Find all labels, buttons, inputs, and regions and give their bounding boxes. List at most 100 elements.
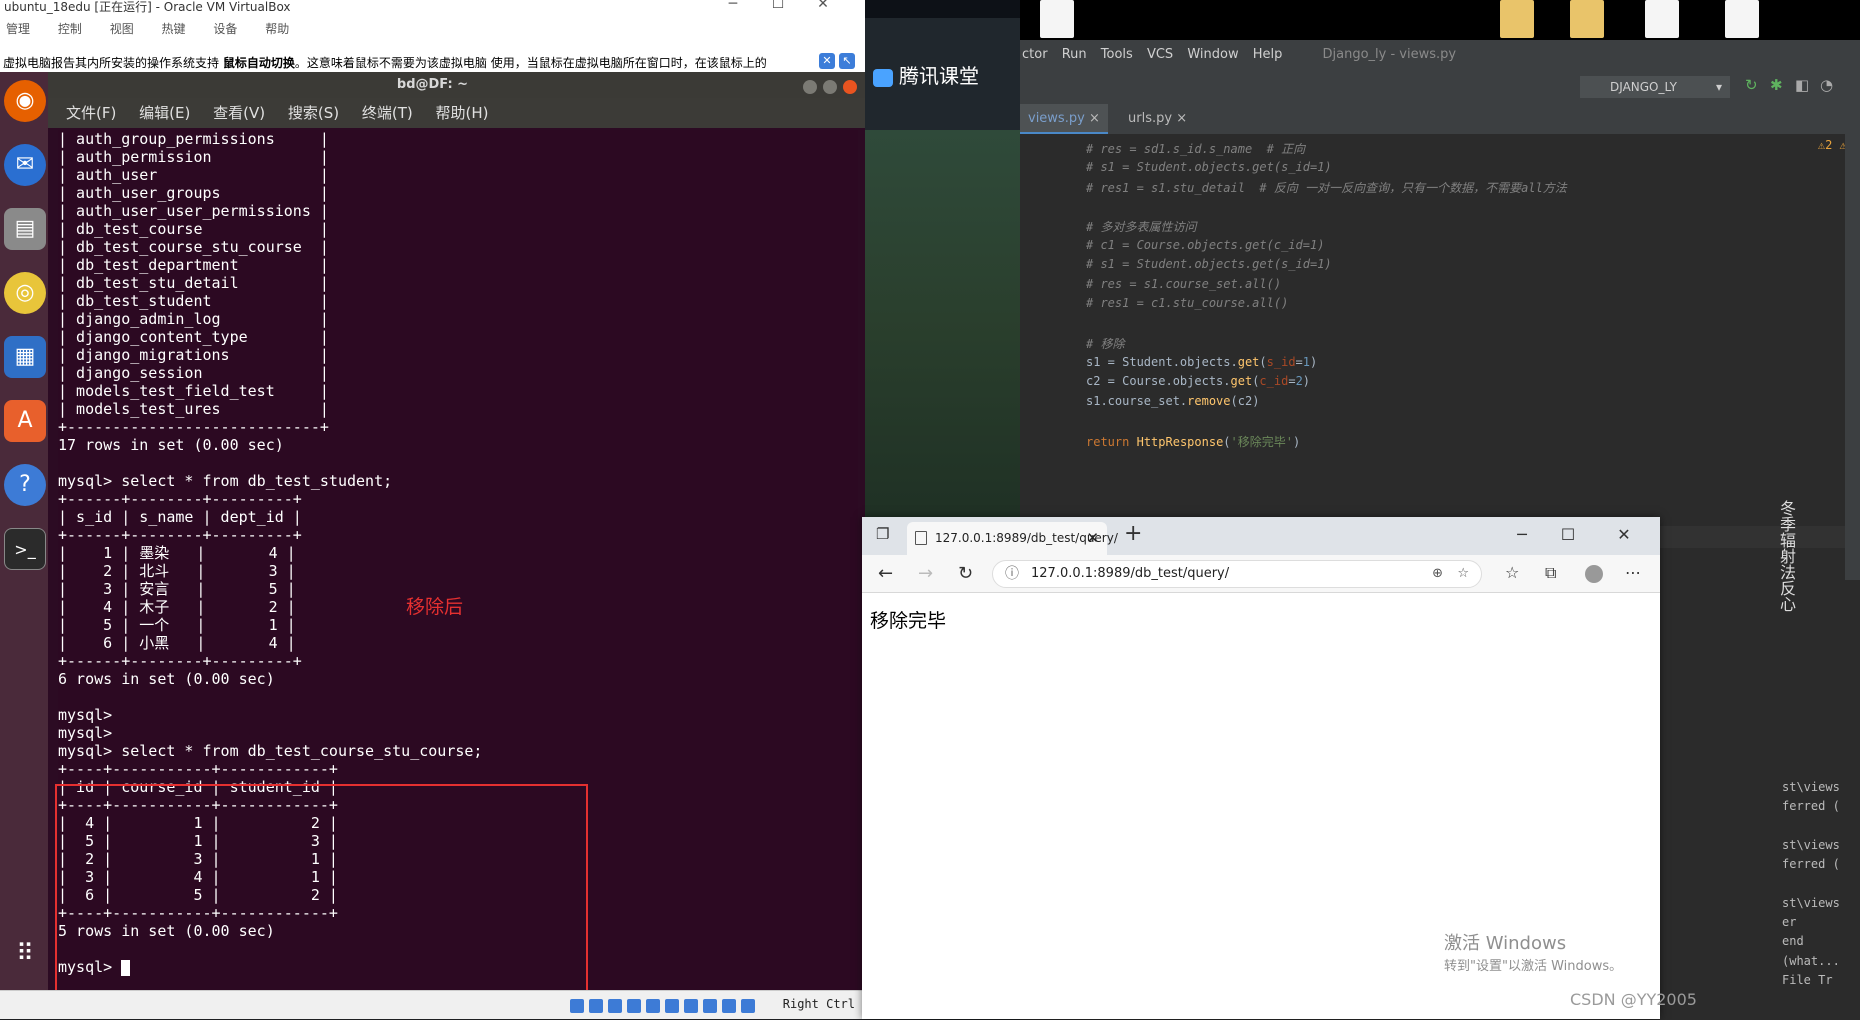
software-center-icon[interactable]: A bbox=[4, 400, 46, 442]
term-menu-edit[interactable]: 编辑(E) bbox=[139, 104, 190, 122]
tab-close-icon[interactable]: × bbox=[1089, 111, 1100, 126]
page-content: 移除完毕 激活 Windows 转到"设置"以激活 Windows。 bbox=[862, 594, 1660, 1019]
py-menu-tools[interactable]: Tools bbox=[1101, 47, 1133, 62]
back-icon[interactable]: ← bbox=[878, 563, 893, 584]
notice-mouse-icon[interactable]: ↖ bbox=[839, 53, 855, 69]
thunderbird-icon[interactable]: ✉ bbox=[4, 144, 46, 186]
term-menu-file[interactable]: 文件(F) bbox=[66, 104, 116, 122]
tencent-logo: 腾讯课堂 bbox=[873, 60, 979, 89]
reload-icon[interactable]: ↻ bbox=[958, 563, 973, 584]
terminal-line: mysql> bbox=[58, 724, 113, 742]
terminal-line: +----------------------------+ bbox=[58, 418, 329, 436]
collections-icon[interactable]: ⧉ bbox=[1545, 563, 1556, 583]
code-line: return HttpResponse('移除完毕') bbox=[1086, 434, 1301, 449]
file-icon[interactable] bbox=[1645, 0, 1679, 38]
profile-icon[interactable]: ◔ bbox=[1820, 76, 1833, 94]
vbox-menu-manage[interactable]: 管理 bbox=[6, 22, 30, 36]
notice-close-icon[interactable]: ✕ bbox=[819, 53, 835, 69]
forward-icon[interactable]: → bbox=[918, 563, 933, 584]
terminal-menubar: 文件(F) 编辑(E) 查看(V) 搜索(S) 终端(T) 帮助(H) bbox=[48, 98, 865, 128]
folder-icon[interactable] bbox=[1570, 0, 1604, 38]
site-info-icon[interactable]: ⓘ bbox=[1005, 561, 1019, 587]
app-grid-icon[interactable]: ⠿ bbox=[4, 932, 46, 974]
vbox-menu-devices[interactable]: 设备 bbox=[213, 22, 237, 36]
console-line: er bbox=[1782, 915, 1797, 930]
folder-icon[interactable] bbox=[1500, 0, 1534, 38]
debug-icon[interactable]: ✱ bbox=[1770, 76, 1783, 94]
favorites-icon[interactable]: ☆ bbox=[1505, 563, 1519, 582]
firefox-icon[interactable]: ◉ bbox=[4, 80, 46, 122]
tencent-logo-icon bbox=[873, 68, 893, 87]
maximize-icon[interactable]: ☐ bbox=[1548, 525, 1588, 544]
file-icon[interactable] bbox=[1040, 0, 1074, 38]
close-icon[interactable]: ✕ bbox=[803, 0, 843, 12]
tab-views-py[interactable]: views.py × bbox=[1020, 104, 1108, 134]
coverage-icon[interactable]: ◧ bbox=[1795, 76, 1809, 94]
code-line: # 多对多表属性访问 bbox=[1086, 220, 1197, 234]
browser-tabbar: ❐ 127.0.0.1:8989/db_test/query/ ✕ + ─ ☐ … bbox=[862, 517, 1660, 555]
page-icon bbox=[915, 531, 927, 545]
py-menu-help[interactable]: Help bbox=[1253, 47, 1283, 62]
vbox-menu-help[interactable]: 帮助 bbox=[265, 22, 289, 36]
py-menu-vcs[interactable]: VCS bbox=[1147, 47, 1173, 62]
py-menu-window[interactable]: Window bbox=[1187, 47, 1238, 62]
tab-views-label: views.py bbox=[1028, 111, 1085, 126]
tencent-titlebar bbox=[865, 0, 1020, 18]
maximize-icon[interactable]: ☐ bbox=[758, 0, 798, 12]
profile-avatar[interactable] bbox=[1585, 565, 1603, 583]
py-menu-run[interactable]: Run bbox=[1062, 47, 1087, 62]
tab-close-icon[interactable]: × bbox=[1176, 111, 1187, 126]
vbox-menu-view[interactable]: 视图 bbox=[110, 22, 134, 36]
notice-bold: 鼠标自动切换 bbox=[222, 56, 295, 70]
terminal-line: | django_admin_log | bbox=[58, 310, 329, 328]
favorite-add-icon[interactable]: ☆ bbox=[1457, 561, 1469, 587]
browser-tab[interactable]: 127.0.0.1:8989/db_test/query/ ✕ bbox=[907, 522, 1118, 555]
new-tab-icon[interactable]: + bbox=[1124, 521, 1142, 546]
term-menu-search[interactable]: 搜索(S) bbox=[288, 104, 339, 122]
writer-icon[interactable]: ▦ bbox=[4, 336, 46, 378]
run-config-select[interactable]: DJANGO_LY ▾ bbox=[1580, 76, 1730, 98]
console-line: end bbox=[1782, 934, 1804, 949]
term-menu-view[interactable]: 查看(V) bbox=[213, 104, 265, 122]
files-icon[interactable]: ▤ bbox=[4, 208, 46, 250]
tab-urls-py[interactable]: urls.py × bbox=[1120, 104, 1195, 134]
activate-windows-subtitle: 转到"设置"以激活 Windows。 bbox=[1444, 959, 1623, 974]
tab-actions-icon[interactable]: ❐ bbox=[876, 525, 889, 543]
term-menu-help[interactable]: 帮助(H) bbox=[436, 104, 489, 122]
rhythmbox-icon[interactable]: ◎ bbox=[4, 272, 46, 314]
status-audio-icon bbox=[608, 999, 622, 1013]
minimize-icon[interactable]: ─ bbox=[713, 0, 753, 12]
code-editor[interactable]: ⚠2 ⚠4 # res = sd1.s_id.s_name # 正向 # s1 =… bbox=[1020, 134, 1860, 574]
close-icon[interactable]: ✕ bbox=[1604, 525, 1644, 544]
terminal-icon[interactable]: >_ bbox=[4, 528, 46, 570]
highlight-box bbox=[55, 784, 588, 1012]
terminal-line: mysql> select * from db_test_student; bbox=[58, 472, 393, 490]
zoom-icon[interactable]: ⊕ bbox=[1432, 561, 1443, 587]
tab-close-icon[interactable]: ✕ bbox=[1086, 522, 1099, 555]
status-shared-icon bbox=[665, 999, 679, 1013]
chevron-down-icon: ▾ bbox=[1715, 80, 1722, 94]
vbox-menu-hotkey[interactable]: 热键 bbox=[162, 22, 186, 36]
pycharm-toolbar: DJANGO_LY ▾ ↻ ✱ ◧ ◔ bbox=[1020, 70, 1860, 104]
address-bar[interactable]: ⓘ 127.0.0.1:8989/db_test/query/ ⊕ ☆ bbox=[992, 560, 1482, 588]
activate-windows-title: 激活 Windows bbox=[1444, 933, 1567, 954]
ubuntu-launcher: ◉ ✉ ▤ ◎ ▦ A ? >_ ⠿ bbox=[0, 72, 48, 990]
terminal-line: | 2 | 北斗 | 3 | bbox=[58, 562, 296, 580]
help-icon[interactable]: ? bbox=[4, 464, 46, 506]
terminal-line: +----+-----------+------------+ bbox=[58, 760, 338, 778]
term-menu-terminal[interactable]: 终端(T) bbox=[362, 104, 413, 122]
vbox-menu-control[interactable]: 控制 bbox=[58, 22, 82, 36]
run-icon[interactable]: ↻ bbox=[1745, 76, 1758, 94]
notice-tail: 使用，当鼠标在虚拟电脑所在窗口时，在该鼠标上的 bbox=[490, 56, 767, 70]
terminal-close-icon[interactable] bbox=[843, 80, 857, 94]
status-cpu-icon bbox=[722, 999, 736, 1013]
more-icon[interactable]: ⋯ bbox=[1625, 563, 1641, 582]
minimize-icon[interactable]: ─ bbox=[1502, 525, 1542, 544]
file-icon[interactable] bbox=[1725, 0, 1759, 38]
py-menu-refactor[interactable]: ctor bbox=[1022, 47, 1048, 62]
terminal-maximize-icon[interactable] bbox=[823, 80, 837, 94]
terminal-minimize-icon[interactable] bbox=[803, 80, 817, 94]
terminal-line: +------+--------+---------+ bbox=[58, 490, 302, 508]
code-line: # s1 = Student.objects.get(s_id=1) bbox=[1086, 257, 1332, 271]
